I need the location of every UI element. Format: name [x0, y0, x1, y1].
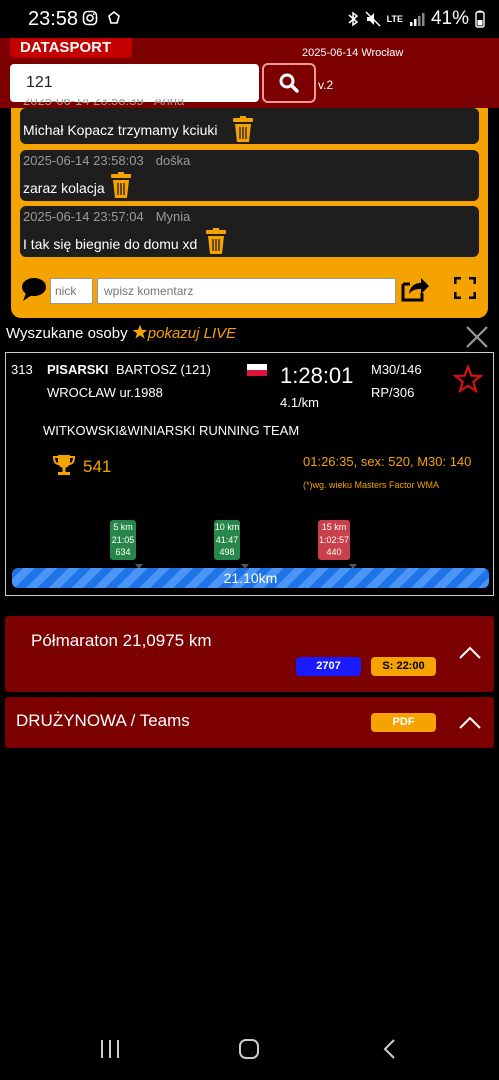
trophy-place: 541 — [83, 457, 112, 476]
wma-note: (*)wg. wieku Masters Factor WMA — [303, 480, 440, 490]
favorite-star-icon[interactable] — [453, 365, 483, 393]
race-section[interactable]: Półmaraton 21,0975 km 2707 S: 22:00 — [5, 616, 494, 692]
poland-flag-icon — [247, 364, 267, 376]
rp-place: RP/306 — [371, 385, 415, 400]
trash-icon[interactable] — [205, 228, 227, 254]
home-icon[interactable] — [238, 1038, 260, 1060]
chat-message-header-partial: 2025-06-14 23:58:39 Anna — [23, 99, 185, 108]
chat-message-text: Michał Kopacz trzymamy kciuki — [23, 122, 218, 138]
status-time: 23:58 — [28, 8, 79, 30]
comment-input[interactable] — [97, 278, 396, 304]
category-place: M30/146 — [371, 362, 422, 377]
event-date-location: 2025-06-14 Wrocław — [302, 47, 404, 59]
nick-input[interactable] — [50, 278, 93, 304]
teams-section-title: DRUŻYNOWA / Teams — [16, 711, 190, 730]
battery-percent: 41% — [430, 8, 469, 29]
pace: 4.1/km — [280, 395, 320, 410]
chat-panel: Michał Kopacz trzymamy kciuki 2025-06-14… — [11, 108, 488, 318]
fullscreen-icon[interactable] — [454, 277, 476, 299]
battery-icon — [475, 10, 485, 28]
chat-message-time: 2025-06-14 23:57:04 — [23, 209, 144, 224]
chevron-up-icon[interactable] — [458, 646, 482, 660]
speech-bubble-icon[interactable] — [21, 276, 47, 302]
trash-icon[interactable] — [110, 172, 132, 198]
runner-firstname: BARTOSZ (121) — [116, 362, 211, 377]
pdf-badge[interactable]: PDF — [371, 713, 436, 732]
results-details: 01:26:35, sex: 520, M30: 140 — [303, 454, 472, 469]
race-progress-bar: 21.10km — [12, 568, 489, 588]
brand-logo[interactable]: DATASPORT — [10, 38, 132, 58]
chevron-up-icon[interactable] — [458, 716, 482, 730]
chat-message-time: 2025-06-14 23:58:03 — [23, 153, 144, 168]
status-bar: 23:58 LTE 41% — [0, 0, 499, 38]
close-icon[interactable] — [465, 325, 489, 349]
team-name: WITKOWSKI&WINIARSKI RUNNING TEAM — [43, 423, 300, 438]
teams-section[interactable]: DRUŻYNOWA / Teams PDF — [5, 697, 494, 748]
race-progress-label: 21.10km — [223, 570, 278, 586]
chat-message: Michał Kopacz trzymamy kciuki — [20, 108, 479, 144]
show-live-link[interactable]: pokazuj LIVE — [148, 325, 236, 342]
bluetooth-icon — [348, 11, 358, 27]
system-nav-bar — [0, 1020, 499, 1080]
chat-message-text: I tak się biegnie do domu xd — [23, 236, 198, 252]
signal-icon — [409, 13, 425, 26]
mute-icon — [365, 11, 381, 27]
back-icon[interactable] — [380, 1038, 398, 1060]
chat-message-author: Mynia — [155, 209, 191, 224]
trash-icon[interactable] — [232, 116, 254, 142]
app-notification-icon — [108, 10, 120, 24]
start-time-badge[interactable]: S: 22:00 — [371, 657, 436, 676]
recent-apps-icon[interactable] — [99, 1038, 121, 1060]
network-label: LTE — [386, 14, 403, 24]
runner-card[interactable]: 313 PISARSKI BARTOSZ (121) WROCŁAW ur.19… — [5, 352, 494, 596]
chat-message: 2025-06-14 23:57:04 Mynia I tak się biegn… — [20, 206, 479, 257]
chat-message: 2025-06-14 23:58:03 doška zaraz kolacja — [20, 150, 479, 201]
split-15km[interactable]: 15 km 1:02:57 440 — [318, 520, 350, 560]
app-header: DATASPORT 2025-06-14 Wrocław v.2 — [0, 38, 499, 108]
chat-input-bar — [11, 274, 488, 306]
runner-city-year: WROCŁAW ur.1988 — [47, 385, 163, 400]
chat-message-text: zaraz kolacja — [23, 180, 105, 196]
split-10km[interactable]: 10 km 41:47 498 — [214, 520, 240, 560]
chat-message-author: doška — [155, 153, 191, 168]
share-icon[interactable] — [400, 276, 430, 302]
found-persons-label: Wyszukane osoby pokazuj LIVE — [6, 324, 237, 342]
instagram-icon — [82, 10, 98, 26]
version-label: v.2 — [318, 78, 334, 92]
search-input[interactable] — [10, 64, 259, 102]
star-icon[interactable] — [132, 324, 148, 340]
participants-count-badge[interactable]: 2707 — [296, 657, 361, 676]
finish-time: 1:28:01 — [280, 363, 354, 388]
split-5km[interactable]: 5 km 21:05 634 — [110, 520, 136, 560]
trophy-icon — [52, 455, 76, 475]
search-icon — [279, 73, 299, 93]
runner-bib: 313 — [11, 362, 33, 377]
race-section-title: Półmaraton 21,0975 km — [31, 631, 212, 650]
runner-surname: PISARSKI — [47, 362, 109, 377]
search-button[interactable] — [262, 63, 316, 103]
